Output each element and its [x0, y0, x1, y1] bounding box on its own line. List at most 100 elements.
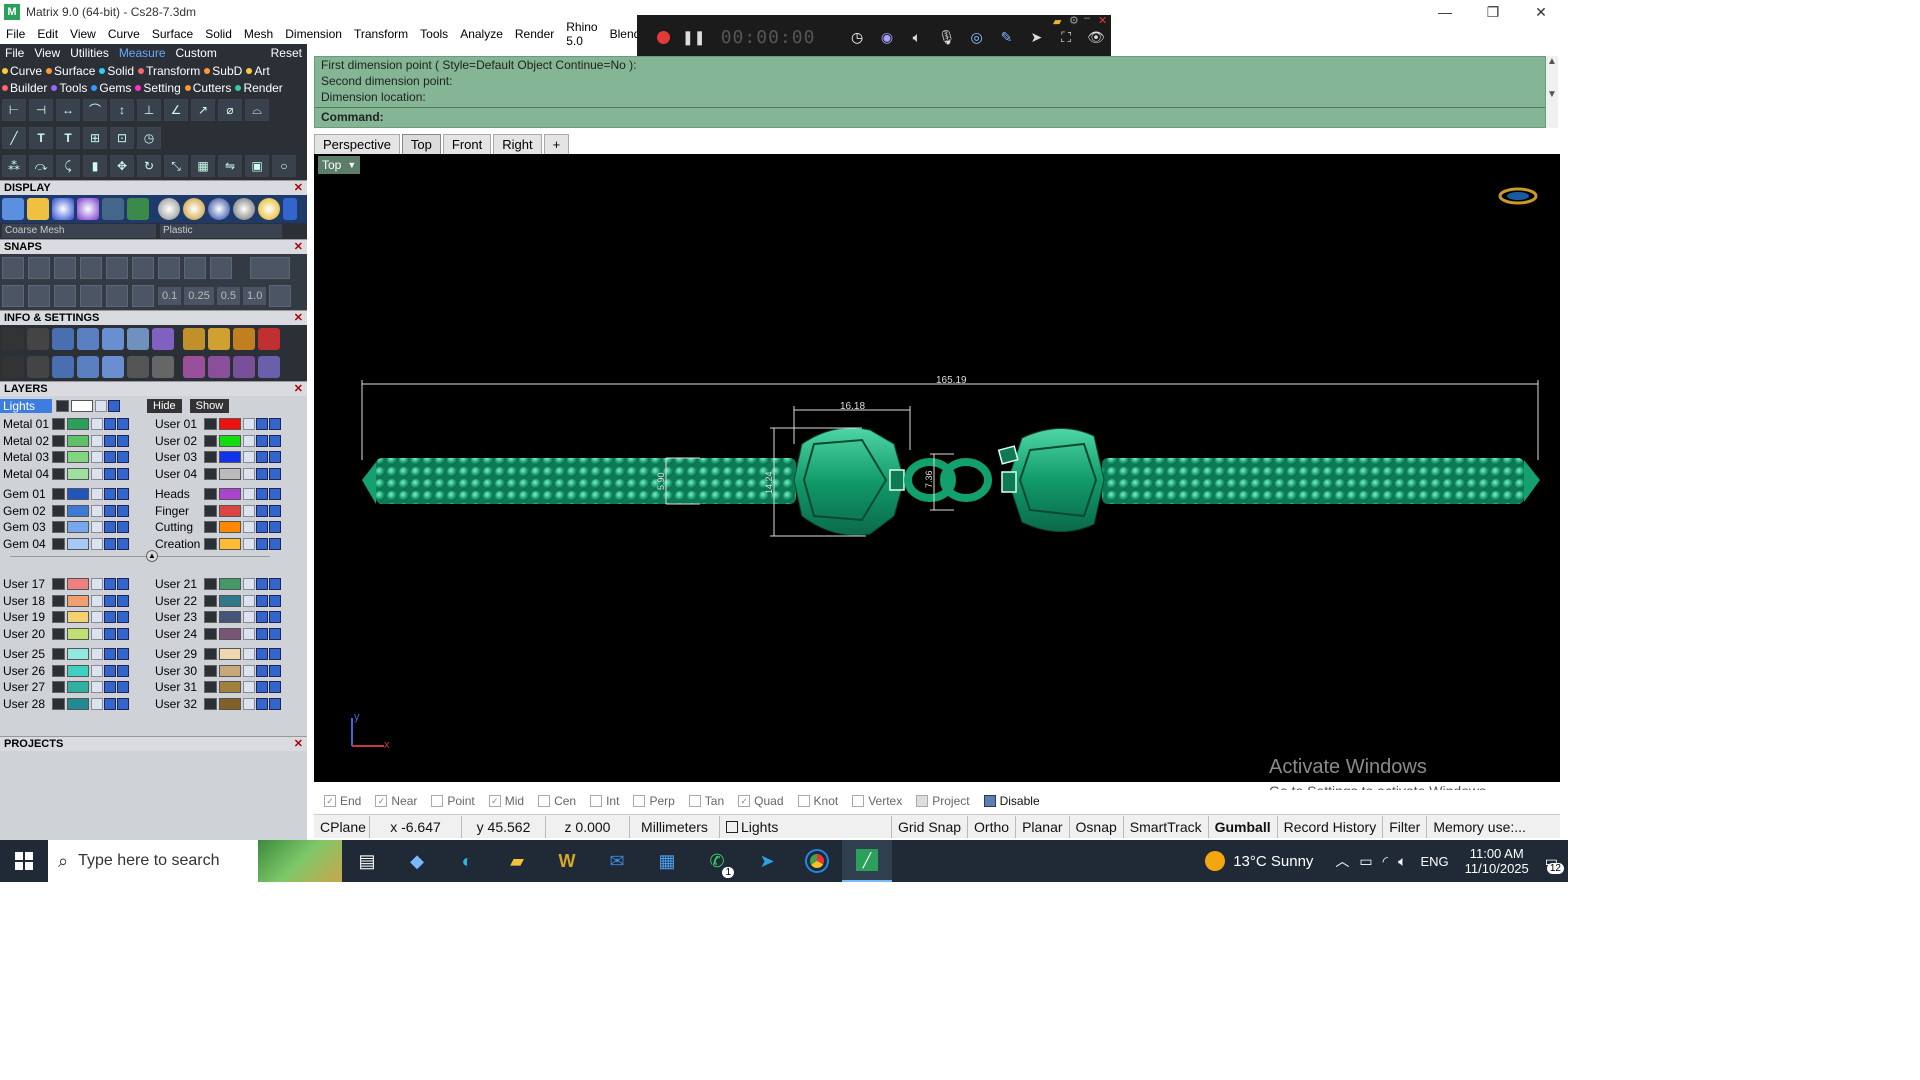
- layer-color-swatch[interactable]: [219, 664, 241, 677]
- render-icon[interactable]: [269, 488, 281, 501]
- layer-expand-icon[interactable]: [204, 681, 217, 694]
- visible-icon[interactable]: [104, 418, 116, 431]
- checkbox-icon[interactable]: ✓: [324, 795, 336, 807]
- layer-row[interactable]: User 28: [0, 696, 130, 713]
- layer-color-swatch[interactable]: [219, 594, 241, 607]
- gem-tool-icon[interactable]: [183, 356, 205, 378]
- layer-row[interactable]: User 04: [152, 466, 282, 483]
- viewport-tab-top[interactable]: Top: [401, 134, 441, 154]
- layer-expand-icon[interactable]: [52, 521, 65, 534]
- viewport-tab-right[interactable]: Right: [493, 134, 542, 154]
- lock-icon[interactable]: [243, 664, 255, 677]
- checkbox-icon[interactable]: [688, 795, 701, 807]
- ordinate-dimension-icon[interactable]: ⊥: [137, 99, 161, 121]
- category-render[interactable]: Render: [235, 81, 283, 95]
- visible-icon[interactable]: [256, 611, 268, 624]
- render-icon[interactable]: [269, 434, 281, 447]
- viewport-name-dropdown[interactable]: Top ▼: [318, 156, 361, 174]
- layer-row[interactable]: Finger: [152, 503, 282, 520]
- checkbox-icon[interactable]: [431, 795, 444, 807]
- camera-icon[interactable]: ◎: [962, 22, 992, 52]
- visible-icon[interactable]: [256, 627, 268, 640]
- checkbox-icon[interactable]: [852, 795, 865, 807]
- move-icon[interactable]: ✥: [110, 155, 134, 177]
- material-silver-icon[interactable]: [233, 198, 255, 220]
- snap-tan-icon[interactable]: [184, 257, 206, 279]
- snap-near-icon[interactable]: [28, 257, 50, 279]
- linear-dimension-icon[interactable]: ⊢: [2, 99, 26, 121]
- visible-icon[interactable]: [256, 681, 268, 694]
- layer-row[interactable]: Metal 04: [0, 466, 130, 483]
- viewport-tab-front[interactable]: Front: [442, 134, 492, 154]
- snap-value-1-0[interactable]: 1.0: [243, 287, 267, 305]
- layer-color-swatch[interactable]: [71, 400, 93, 412]
- visible-icon[interactable]: [104, 504, 116, 517]
- layer-expand-icon[interactable]: [52, 648, 65, 661]
- osnap-point[interactable]: Point: [431, 794, 475, 808]
- layer-expand-icon[interactable]: [56, 400, 69, 412]
- matrix-taskbar-icon[interactable]: ╱: [842, 840, 892, 882]
- box-tool-icon[interactable]: [52, 356, 74, 378]
- category-surface[interactable]: Surface: [46, 64, 95, 78]
- menu-solid[interactable]: Solid: [199, 27, 238, 41]
- layer-expand-icon[interactable]: [52, 681, 65, 694]
- layer-color-swatch[interactable]: [67, 594, 89, 607]
- visible-icon[interactable]: [256, 648, 268, 661]
- list-icon[interactable]: [152, 356, 174, 378]
- clock[interactable]: 11:00 AM 11/10/2025: [1465, 846, 1529, 876]
- render-icon[interactable]: [117, 434, 129, 447]
- render-icon[interactable]: [269, 681, 281, 694]
- menu-transform[interactable]: Transform: [348, 27, 414, 41]
- lock-icon[interactable]: [91, 467, 103, 480]
- ortho-icon[interactable]: [54, 285, 76, 307]
- search-icon[interactable]: [27, 328, 49, 350]
- layer-row[interactable]: Gem 02: [0, 503, 130, 520]
- layer-expand-icon[interactable]: [52, 451, 65, 464]
- checkbox-icon[interactable]: ✓: [738, 795, 751, 807]
- osnap-disable[interactable]: Disable: [983, 794, 1040, 808]
- preview-thumbnail-icon[interactable]: [1498, 187, 1538, 205]
- checkbox-icon[interactable]: [590, 795, 603, 807]
- snap-cen-icon[interactable]: [106, 257, 128, 279]
- snap-quad-icon[interactable]: [210, 257, 232, 279]
- render-icon[interactable]: [269, 537, 281, 550]
- delete-icon[interactable]: ▣: [245, 155, 269, 177]
- lock-icon[interactable]: [243, 488, 255, 501]
- layer-row[interactable]: User 23: [152, 609, 282, 626]
- layer-color-swatch[interactable]: [219, 418, 241, 431]
- layer-row[interactable]: Gem 04: [0, 536, 130, 553]
- layer-color-swatch[interactable]: [219, 627, 241, 640]
- arc-dimension-icon[interactable]: ⌓: [245, 99, 269, 121]
- command-scrollbar[interactable]: ▲ ▼: [1546, 56, 1558, 128]
- menu-view[interactable]: View: [64, 27, 102, 41]
- box-icon[interactable]: [77, 328, 99, 350]
- report-icon[interactable]: [258, 328, 280, 350]
- visible-icon[interactable]: [104, 648, 116, 661]
- panel-tab-reset[interactable]: Reset: [266, 46, 307, 60]
- layer-expand-icon[interactable]: [204, 467, 217, 480]
- layer-color-swatch[interactable]: [219, 537, 241, 550]
- lock-icon[interactable]: [91, 488, 103, 501]
- layer-color-swatch[interactable]: [219, 467, 241, 480]
- layer-color-swatch[interactable]: [219, 451, 241, 464]
- visible-icon[interactable]: [104, 594, 116, 607]
- angle-dimension-icon[interactable]: ∠: [164, 99, 188, 121]
- menu-mesh[interactable]: Mesh: [238, 27, 279, 41]
- lock-icon[interactable]: [243, 578, 255, 591]
- snap-end-icon[interactable]: [2, 257, 24, 279]
- render-icon[interactable]: [117, 594, 129, 607]
- lock-icon[interactable]: [91, 537, 103, 550]
- visible-icon[interactable]: [256, 488, 268, 501]
- lock-icon[interactable]: [91, 627, 103, 640]
- close-section-icon[interactable]: ✕: [294, 240, 303, 254]
- rendered-icon[interactable]: [77, 198, 99, 220]
- arc-tool-icon[interactable]: ⤹: [56, 155, 80, 177]
- render-icon[interactable]: [117, 697, 129, 710]
- close-section-icon[interactable]: ✕: [294, 181, 303, 195]
- lock-icon[interactable]: [243, 648, 255, 661]
- speaker-icon[interactable]: 🔈︎: [902, 22, 932, 52]
- visible-icon[interactable]: [104, 521, 116, 534]
- osnap-knot[interactable]: Knot: [797, 794, 838, 808]
- text-icon[interactable]: T: [29, 127, 53, 149]
- visible-icon[interactable]: [256, 537, 268, 550]
